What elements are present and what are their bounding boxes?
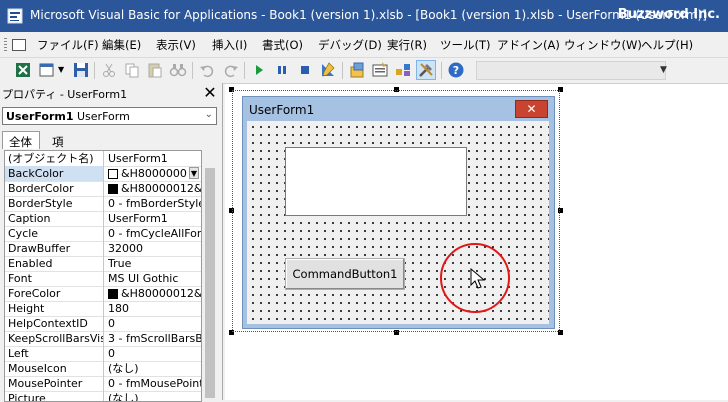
insert-dropdown-icon[interactable]: ▼ — [58, 65, 64, 74]
property-row-selected[interactable]: BackColor &H8000000 ▼ — [5, 166, 201, 182]
property-row[interactable]: Enabled True — [5, 256, 201, 272]
brand-watermark: Buzzword Inc. — [617, 7, 720, 22]
menu-view[interactable]: 表示(V) — [156, 37, 196, 53]
menu-help[interactable]: ヘルプ(H) — [641, 37, 693, 53]
property-row[interactable]: (オブジェクト名) UserForm1 — [5, 151, 201, 167]
menu-run[interactable]: 実行(R) — [387, 37, 427, 53]
property-row[interactable]: HelpContextID 0 — [5, 316, 201, 332]
scrollbar-thumb[interactable] — [205, 168, 215, 398]
toolbox-icon[interactable] — [417, 61, 435, 79]
property-row[interactable]: BorderColor &H80000012& — [5, 181, 201, 197]
resize-handle[interactable] — [394, 87, 399, 92]
menu-bar: ファイル(F) 編集(E) 表示(V) 挿入(I) 書式(O) デバッグ(D) … — [0, 32, 728, 58]
property-row[interactable]: DrawBuffer 32000 — [5, 241, 201, 257]
menu-debug[interactable]: デバッグ(D) — [318, 37, 382, 53]
menu-edit[interactable]: 編集(E) — [102, 37, 141, 53]
property-row[interactable]: Height 180 — [5, 301, 201, 317]
property-grid-scrollbar[interactable] — [203, 150, 217, 400]
toolbar-options-icon[interactable]: ▼ — [660, 65, 667, 75]
paste-icon[interactable] — [146, 61, 164, 79]
break-icon[interactable] — [273, 61, 291, 79]
property-row[interactable]: KeepScrollBarsVisible 3 - fmScrollBarsBo… — [5, 331, 201, 347]
window-title: Microsoft Visual Basic for Applications … — [30, 8, 707, 22]
excel-view-icon[interactable] — [14, 61, 32, 79]
property-row[interactable]: Cycle 0 - fmCycleAllForms — [5, 226, 201, 242]
chevron-down-icon[interactable]: ▼ — [189, 167, 199, 179]
standard-toolbar: ▼ ? ▼ — [0, 58, 728, 84]
insert-userform-icon[interactable] — [38, 61, 56, 79]
help-icon[interactable]: ? — [447, 61, 465, 79]
property-row[interactable]: MouseIcon (なし) — [5, 361, 201, 377]
property-row[interactable]: BorderStyle 0 - fmBorderStyleNone — [5, 196, 201, 212]
close-icon[interactable]: ✕ — [201, 84, 219, 102]
resize-handle[interactable] — [229, 87, 234, 92]
menu-window[interactable]: ウィンドウ(W) — [564, 37, 642, 53]
color-swatch — [108, 184, 118, 194]
properties-window-icon[interactable] — [371, 61, 389, 79]
resize-handle[interactable] — [558, 208, 563, 213]
resize-handle[interactable] — [229, 208, 234, 213]
resize-handle[interactable] — [229, 330, 234, 335]
mouse-cursor-icon — [470, 268, 486, 289]
property-row[interactable]: Font MS UI Gothic — [5, 271, 201, 287]
design-mode-icon[interactable] — [319, 61, 337, 79]
copy-icon[interactable] — [123, 61, 141, 79]
command-button-caption: CommandButton1 — [292, 267, 398, 281]
menu-format[interactable]: 書式(O) — [262, 37, 303, 53]
object-selector-dropdown[interactable]: UserForm1 UserForm ⌄ — [2, 107, 217, 125]
menu-addins[interactable]: アドイン(A) — [497, 37, 560, 53]
menu-tools[interactable]: ツール(T) — [440, 37, 491, 53]
color-swatch — [108, 169, 118, 179]
find-icon[interactable] — [169, 61, 187, 79]
properties-title: プロパティ - UserForm1 — [2, 88, 128, 101]
userform-caption: UserForm1 — [249, 103, 315, 117]
properties-panel: プロパティ - UserForm1 ✕ UserForm1 UserForm ⌄… — [0, 83, 223, 402]
toolbar-position-box — [476, 61, 666, 80]
property-row[interactable]: Picture (なし) — [5, 391, 201, 401]
undo-icon[interactable] — [198, 61, 216, 79]
cut-icon[interactable] — [100, 61, 118, 79]
object-type: UserForm — [77, 110, 130, 123]
userform-designer[interactable]: UserForm1 ✕ CommandButton1 — [242, 96, 555, 329]
save-icon[interactable] — [72, 61, 90, 79]
textbox-control[interactable] — [285, 147, 467, 216]
project-explorer-icon[interactable] — [348, 61, 366, 79]
property-row[interactable]: Left 0 — [5, 346, 201, 362]
property-row[interactable]: Caption UserForm1 — [5, 211, 201, 227]
object-name: UserForm1 — [6, 110, 74, 123]
redo-icon[interactable] — [222, 61, 240, 79]
color-swatch — [108, 289, 118, 299]
svg-text:?: ? — [453, 64, 459, 77]
menu-insert[interactable]: 挿入(I) — [212, 37, 247, 53]
chevron-down-icon[interactable]: ⌄ — [205, 109, 213, 120]
menubar-grip[interactable] — [4, 38, 7, 51]
property-row[interactable]: ForeColor &H80000012& — [5, 286, 201, 302]
resize-handle[interactable] — [394, 330, 399, 335]
command-button[interactable]: CommandButton1 — [285, 258, 405, 290]
run-icon[interactable] — [250, 61, 268, 79]
vba-app-icon — [7, 8, 23, 24]
system-menu-icon[interactable] — [12, 39, 26, 51]
properties-title-bar: プロパティ - UserForm1 ✕ — [0, 83, 222, 103]
form-close-button[interactable]: ✕ — [515, 100, 548, 118]
reset-icon[interactable] — [296, 61, 314, 79]
menu-file[interactable]: ファイル(F) — [37, 37, 99, 53]
property-row[interactable]: MousePointer 0 - fmMousePointerDefault — [5, 376, 201, 392]
resize-handle[interactable] — [558, 87, 563, 92]
property-grid: (オブジェクト名) UserForm1 BackColor &H8000000 … — [4, 150, 202, 402]
resize-handle[interactable] — [558, 330, 563, 335]
object-browser-icon[interactable] — [394, 61, 412, 79]
tab-alphabetic[interactable]: 全体 — [2, 131, 40, 149]
title-bar: Microsoft Visual Basic for Applications … — [0, 0, 728, 32]
